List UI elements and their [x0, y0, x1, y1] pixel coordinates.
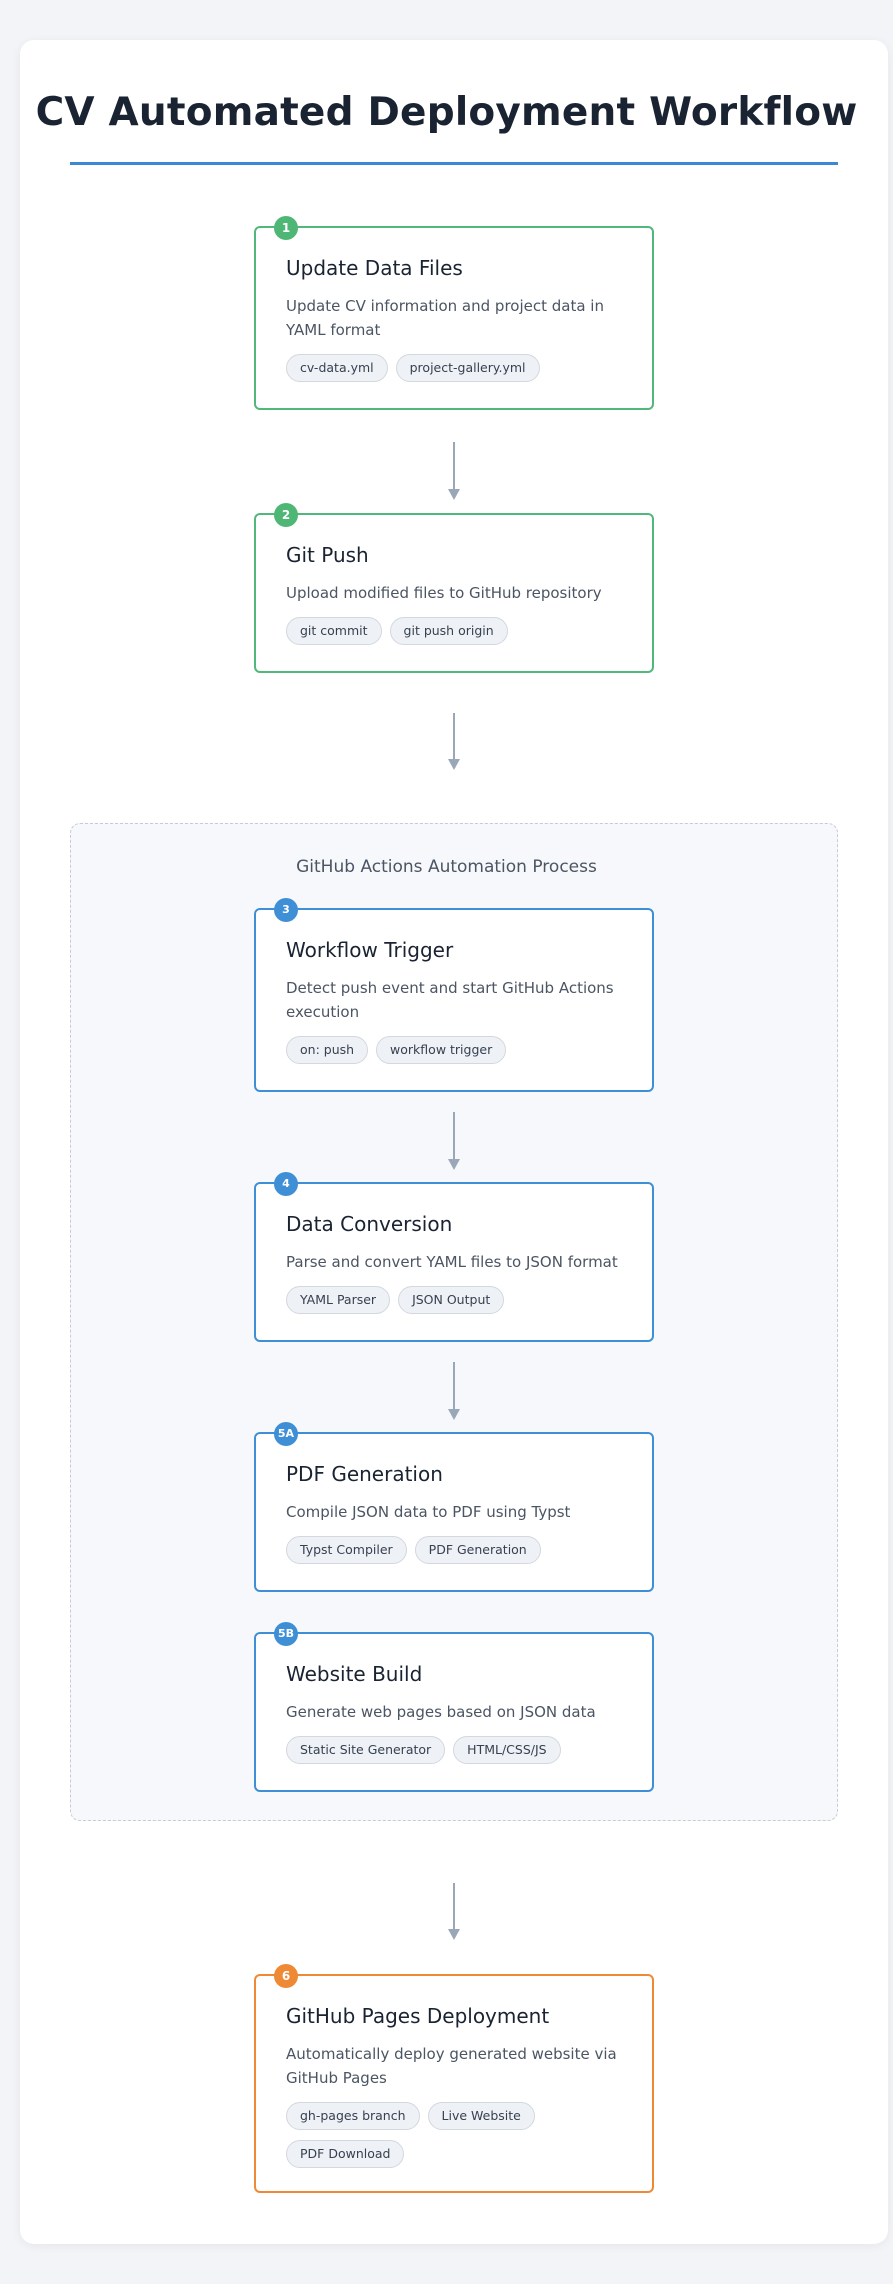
- tag: git push origin: [389, 617, 508, 645]
- tag: JSON Output: [398, 1286, 505, 1314]
- group-label: GitHub Actions Automation Process: [296, 857, 597, 877]
- step-description: Upload modified files to GitHub reposito…: [286, 584, 602, 602]
- tag: cv-data.yml: [286, 354, 388, 382]
- step-card-pdf-generation: 5A PDF Generation Compile JSON data to P…: [254, 1422, 654, 1592]
- tag: project-gallery.yml: [395, 354, 540, 382]
- step-title: Workflow Trigger: [286, 938, 454, 962]
- tag: Typst Compiler: [286, 1536, 407, 1564]
- step-tags: gh-pages branch Live Website PDF Downloa…: [286, 2102, 546, 2168]
- step-description: Automatically deploy generated website v…: [286, 2045, 617, 2087]
- step-card-website-build: 5B Website Build Generate web pages base…: [254, 1622, 654, 1792]
- step-badge: 1: [274, 216, 298, 240]
- title-underline: [70, 162, 838, 165]
- page-title: CV Automated Deployment Workflow: [35, 90, 858, 135]
- tag: Static Site Generator: [286, 1736, 446, 1764]
- flow-arrow: [448, 1883, 460, 1940]
- step-description: Generate web pages based on JSON data: [286, 1703, 596, 1721]
- tag: git commit: [286, 617, 382, 645]
- tag: YAML Parser: [286, 1286, 391, 1314]
- step-card-update-data-files: 1 Update Data Files Update CV informatio…: [254, 216, 654, 410]
- tag: Live Website: [427, 2102, 535, 2130]
- step-card-data-conversion: 4 Data Conversion Parse and convert YAML…: [254, 1172, 654, 1342]
- step-tags: Typst Compiler PDF Generation: [286, 1536, 622, 1564]
- step-title: Update Data Files: [286, 256, 463, 280]
- step-badge: 2: [274, 503, 298, 527]
- tag: PDF Download: [286, 2140, 405, 2168]
- step-badge: 5A: [274, 1422, 298, 1446]
- step-card-github-pages-deployment: 6 GitHub Pages Deployment Automatically …: [254, 1964, 654, 2193]
- tag: HTML/CSS/JS: [453, 1736, 561, 1764]
- step-card-workflow-trigger: 3 Workflow Trigger Detect push event and…: [254, 898, 654, 1092]
- step-tags: Static Site Generator HTML/CSS/JS: [286, 1736, 622, 1764]
- step-description: Update CV information and project data i…: [286, 297, 604, 339]
- step-description: Compile JSON data to PDF using Typst: [286, 1503, 571, 1521]
- step-badge: 4: [274, 1172, 298, 1196]
- tag: on: push: [286, 1036, 369, 1064]
- step-title: Website Build: [286, 1662, 423, 1686]
- flow-arrow: [448, 1362, 460, 1420]
- step-tags: on: push workflow trigger: [286, 1036, 622, 1064]
- step-title: Data Conversion: [286, 1212, 453, 1236]
- flow-arrow: [448, 1112, 460, 1170]
- step-tags: git commit git push origin: [286, 617, 622, 645]
- step-description: Parse and convert YAML files to JSON for…: [286, 1253, 618, 1271]
- tag: PDF Generation: [414, 1536, 541, 1564]
- step-description: Detect push event and start GitHub Actio…: [286, 979, 614, 1021]
- step-badge: 5B: [274, 1622, 298, 1646]
- flow-arrow: [448, 442, 460, 500]
- tag: workflow trigger: [376, 1036, 507, 1064]
- step-title: Git Push: [286, 543, 369, 567]
- flow-arrow: [448, 713, 460, 770]
- step-tags: cv-data.yml project-gallery.yml: [286, 354, 622, 382]
- step-title: PDF Generation: [286, 1462, 443, 1486]
- tag: gh-pages branch: [286, 2102, 420, 2130]
- step-badge: 6: [274, 1964, 298, 1988]
- step-card-git-push: 2 Git Push Upload modified files to GitH…: [254, 503, 654, 673]
- step-badge: 3: [274, 898, 298, 922]
- step-title: GitHub Pages Deployment: [286, 2004, 550, 2028]
- step-tags: YAML Parser JSON Output: [286, 1286, 622, 1314]
